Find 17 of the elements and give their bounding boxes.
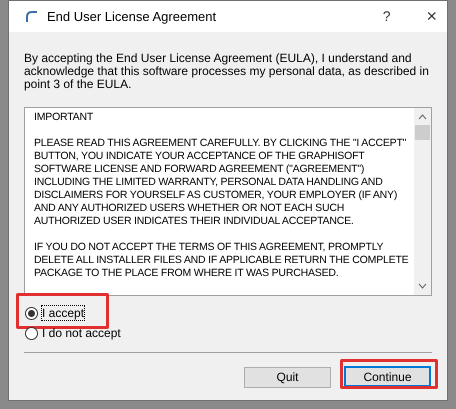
intro-text: By accepting the End User License Agreement (EULA), I understand and acknowledge that this software processes my personal data, as described in point 3 of the EULA. <box>24 52 430 91</box>
dialog-button[interactable]: Quit <box>244 366 331 388</box>
app-icon <box>25 10 39 24</box>
option-label[interactable]: I do not accept <box>42 326 121 340</box>
window-title: End User License Agreement <box>47 8 216 26</box>
scroll-down-icon[interactable] <box>418 283 427 289</box>
dialog-button[interactable]: Continue <box>344 366 431 387</box>
license-paragraph: IF YOU DO NOT ACCEPT THE TERMS OF THIS AGREEMENT, PROMPTLY DELETE ALL INSTALLER FILES AND IF APPLICABLE RETURN THE COMPLETE PACKAGE TO THE PLACE FROM WHERE IT WAS PURCHASED. <box>34 241 410 280</box>
radio-button[interactable] <box>25 306 38 320</box>
license-paragraph: PLEASE READ THIS AGREEMENT CAREFULLY. BY CLICKING THE "I ACCEPT" BUTTON, YOU INDICATE YOUR ACCEPTANCE OF THE GRAPHISOFT SOFTWARE LICENSE AND FORWARD AGREEMENT ("AGREEMENT") INCLUDING THE LIMITED WARRANTY, PERSONAL DATA HANDLING AND DISCLAIMERS FOR YOURSELF AS CUSTOMER, YOUR EMPLOYER (IF ANY) AND ANY AUTHORIZED USERS WHETHER OR NOT EACH SUCH AUTHORIZED USER INDICATES THEIR INDIVIDUAL ACCEPTANCE. <box>34 137 408 228</box>
option-label[interactable]: I accept <box>42 306 84 320</box>
license-paragraph: IMPORTANT <box>34 111 94 124</box>
scrollbar[interactable] <box>414 108 431 295</box>
scroll-up-icon[interactable] <box>418 114 427 120</box>
help-button[interactable]: ? <box>382 6 390 27</box>
scrollbar-thumb[interactable] <box>415 125 430 140</box>
close-button[interactable]: × <box>426 3 437 30</box>
